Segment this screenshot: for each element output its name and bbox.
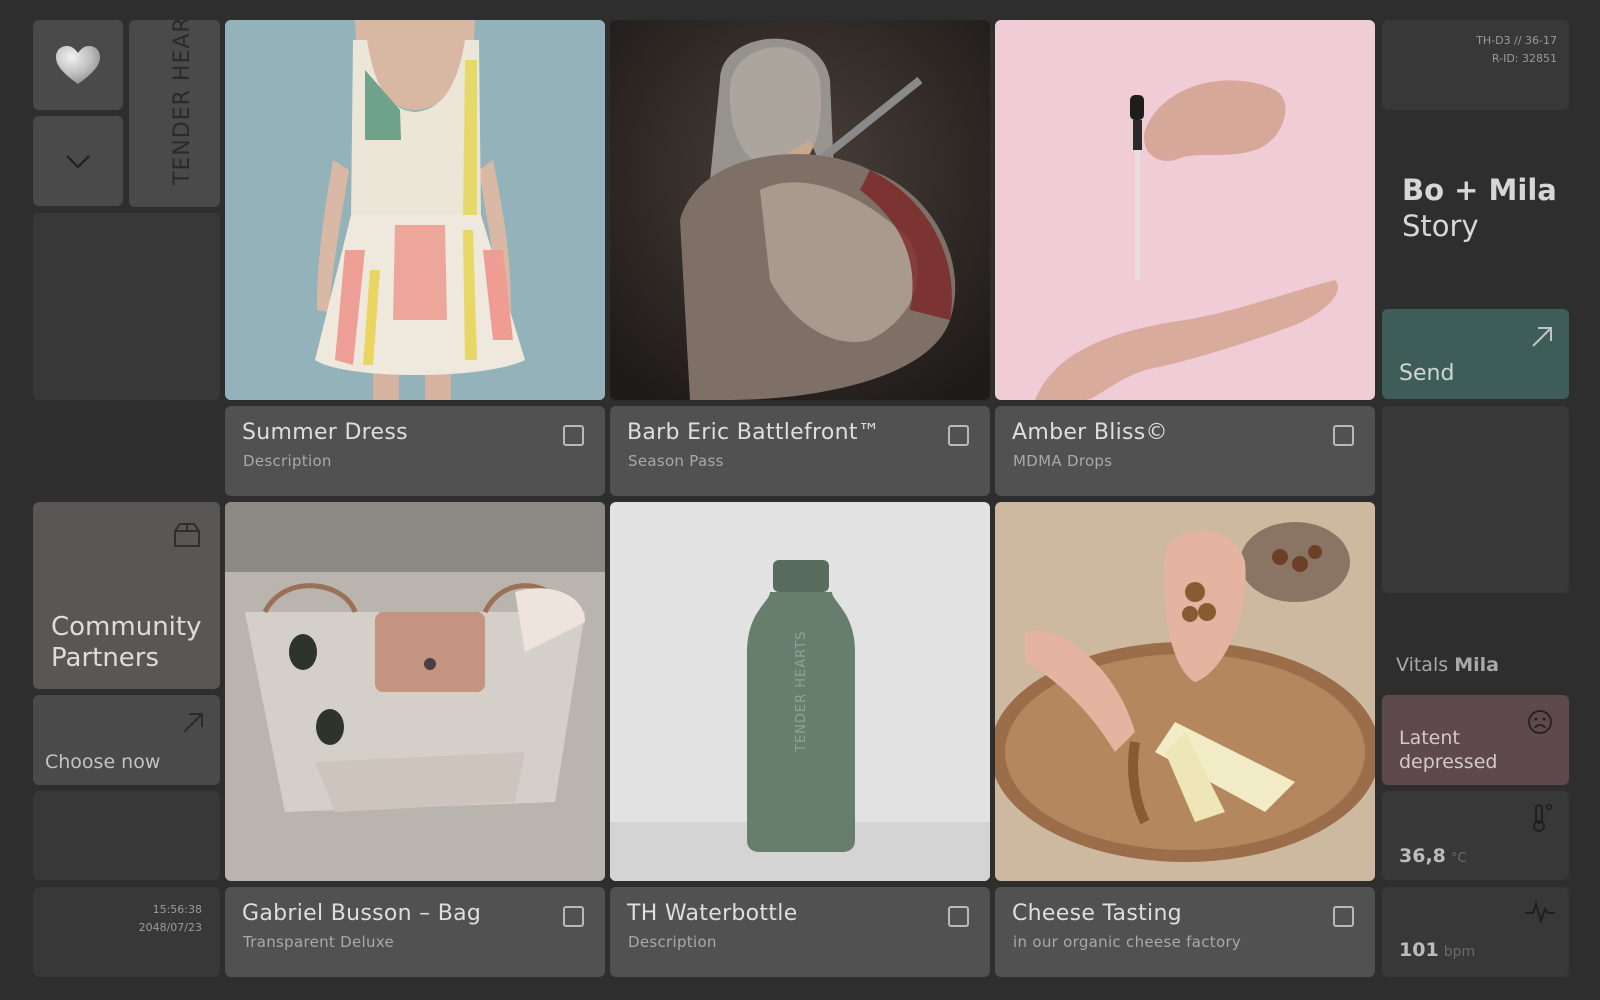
- community-line1: Community: [51, 612, 202, 642]
- brand-logo: TENDER HEARTS: [170, 20, 195, 186]
- story-title-line1: Bo + Mila: [1402, 173, 1557, 207]
- product-title: Summer Dress: [242, 420, 408, 445]
- arrow-up-right-icon: [1532, 327, 1552, 347]
- barb-eric-illustration: [610, 20, 990, 400]
- code-line2: R-ID: 32851: [1491, 52, 1557, 65]
- product-image-barb-eric[interactable]: [610, 20, 990, 400]
- product-subtitle: Description: [243, 452, 332, 470]
- select-checkbox-summer-dress[interactable]: [563, 425, 584, 446]
- vitals-label: Vitals: [1396, 654, 1449, 676]
- product-title: Cheese Tasting: [1012, 901, 1182, 926]
- bag-illustration: [225, 502, 605, 881]
- heart-icon: [56, 46, 100, 84]
- temperature-tile: 36,8 °C: [1382, 791, 1569, 880]
- summer-dress-illustration: [225, 20, 605, 400]
- product-title: Barb Eric Battlefront™: [627, 420, 881, 445]
- product-image-waterbottle[interactable]: TENDER HEARTS: [610, 502, 990, 881]
- product-subtitle: Transparent Deluxe: [243, 933, 395, 951]
- cheese-illustration: [995, 502, 1375, 881]
- select-checkbox-waterbottle[interactable]: [948, 906, 969, 927]
- brand-logo-tile: TENDER HEARTS: [129, 20, 220, 207]
- product-card-amber-bliss[interactable]: Amber Bliss© MDMA Drops: [995, 406, 1375, 496]
- brand-logo-text: TENDER HEARTS: [170, 20, 195, 186]
- waterbottle-illustration: TENDER HEARTS: [610, 502, 990, 881]
- product-image-bag[interactable]: [225, 502, 605, 881]
- product-card-cheese[interactable]: Cheese Tasting in our organic cheese fac…: [995, 887, 1375, 977]
- product-subtitle: MDMA Drops: [1013, 452, 1113, 470]
- select-checkbox-cheese[interactable]: [1333, 906, 1354, 927]
- favorites-button[interactable]: [33, 20, 123, 110]
- empty-tile-left-1: [33, 213, 220, 400]
- product-subtitle: in our organic cheese factory: [1013, 933, 1242, 951]
- empty-tile-right-1: [1382, 406, 1569, 593]
- product-subtitle: Season Pass: [628, 452, 724, 470]
- product-title: TH Waterbottle: [627, 901, 798, 926]
- chevron-down-icon: [66, 155, 90, 169]
- pulse-unit: bpm: [1443, 944, 1476, 960]
- expand-menu-button[interactable]: [33, 116, 123, 206]
- choose-now-label: Choose now: [45, 751, 161, 773]
- code-line1: TH-D3 // 36-17: [1476, 34, 1557, 47]
- heartbeat-icon: [1525, 901, 1555, 923]
- story-title: Bo + Mila Story: [1402, 172, 1557, 244]
- id-code-tile: TH-D3 // 36-17 R-ID: 32851: [1382, 20, 1569, 110]
- mood-line1: Latent: [1399, 727, 1460, 749]
- send-button[interactable]: Send: [1382, 309, 1569, 399]
- mood-line2: depressed: [1399, 751, 1498, 773]
- product-card-summer-dress[interactable]: Summer Dress Description: [225, 406, 605, 496]
- product-title: Amber Bliss©: [1012, 420, 1168, 445]
- pulse-value: 101: [1399, 939, 1439, 961]
- mood-status-tile[interactable]: Latent depressed: [1382, 695, 1569, 785]
- temperature-value: 36,8: [1399, 845, 1446, 867]
- clock-tile: 15:56:38 2048/07/23: [33, 887, 220, 977]
- box-icon: [174, 523, 200, 547]
- temperature-unit: °C: [1450, 851, 1467, 866]
- select-checkbox-bag[interactable]: [563, 906, 584, 927]
- community-line2: Partners: [51, 643, 160, 673]
- amber-bliss-illustration: [995, 20, 1375, 400]
- arrow-up-right-icon: [183, 713, 203, 733]
- product-image-cheese[interactable]: [995, 502, 1375, 881]
- product-card-barb-eric[interactable]: Barb Eric Battlefront™ Season Pass: [610, 406, 990, 496]
- vitals-person: Mila: [1454, 654, 1499, 676]
- sad-face-icon: [1528, 710, 1552, 734]
- clock-date: 2048/07/23: [138, 921, 202, 934]
- send-label: Send: [1399, 361, 1455, 386]
- community-partners-tile[interactable]: Community Partners: [33, 502, 220, 689]
- product-card-bag[interactable]: Gabriel Busson – Bag Transparent Deluxe: [225, 887, 605, 977]
- product-title: Gabriel Busson – Bag: [242, 901, 482, 926]
- choose-now-button[interactable]: Choose now: [33, 695, 220, 785]
- product-image-summer-dress[interactable]: [225, 20, 605, 400]
- empty-tile-left-2: [33, 791, 220, 880]
- clock-time: 15:56:38: [152, 903, 202, 916]
- product-image-amber-bliss[interactable]: [995, 20, 1375, 400]
- product-card-waterbottle[interactable]: TH Waterbottle Description: [610, 887, 990, 977]
- product-subtitle: Description: [628, 933, 717, 951]
- pulse-tile: 101 bpm: [1382, 887, 1569, 977]
- bottle-logo-text: TENDER HEARTS: [794, 631, 809, 753]
- story-title-line2: Story: [1402, 209, 1479, 243]
- select-checkbox-barb-eric[interactable]: [948, 425, 969, 446]
- vitals-heading: Vitals Mila: [1396, 654, 1499, 676]
- thermometer-icon: [1533, 803, 1553, 832]
- select-checkbox-amber-bliss[interactable]: [1333, 425, 1354, 446]
